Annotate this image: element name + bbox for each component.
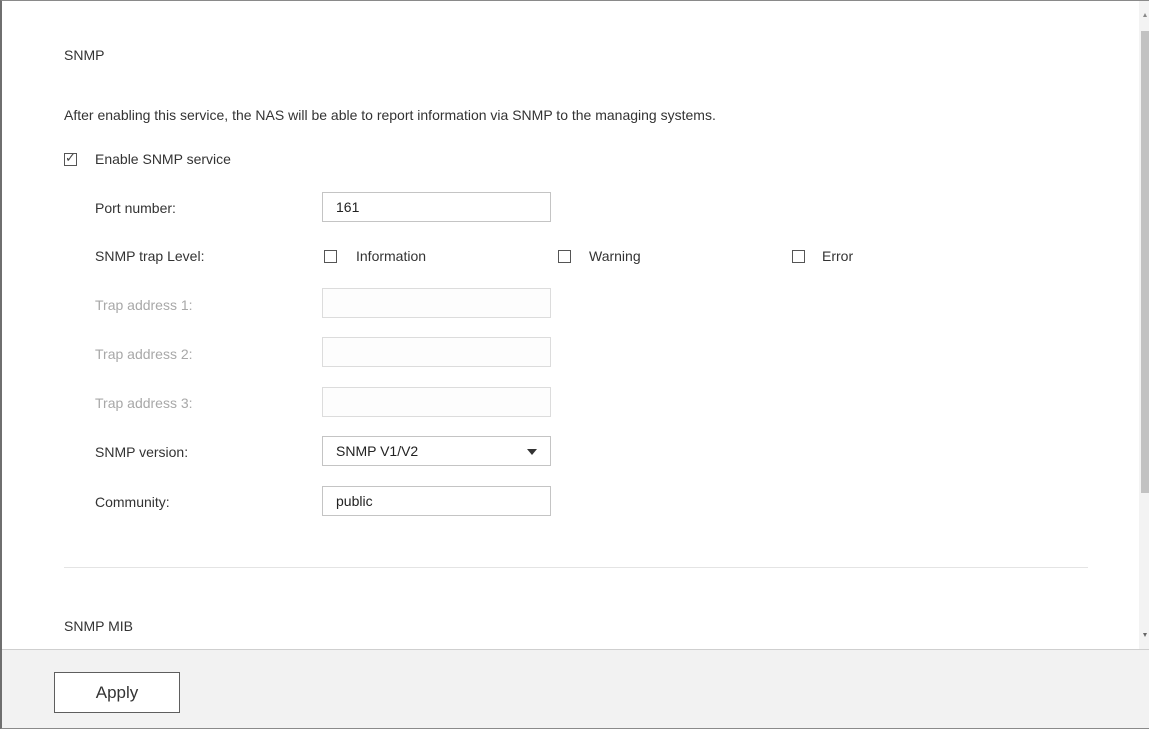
snmp-version-label: SNMP version:	[95, 444, 189, 460]
trap-address-1-input[interactable]	[322, 288, 551, 318]
snmp-description: After enabling this service, the NAS wil…	[64, 107, 716, 123]
footer-bar: Apply	[2, 649, 1149, 728]
chevron-down-icon	[527, 449, 537, 455]
trap-address-3-input[interactable]	[322, 387, 551, 417]
checkmark-icon: ✓	[65, 151, 76, 166]
trap-address-2-label: Trap address 2:	[95, 346, 193, 362]
snmp-section-title: SNMP	[64, 47, 105, 63]
trap-level-information-label: Information	[356, 248, 427, 264]
trap-level-warning-label: Warning	[589, 248, 641, 264]
trap-address-2-input[interactable]	[322, 337, 551, 367]
vertical-scrollbar[interactable]	[1139, 1, 1149, 649]
scroll-up-arrow-icon[interactable]	[1143, 13, 1147, 17]
trap-address-1-label: Trap address 1:	[95, 297, 193, 313]
settings-content: SNMP After enabling this service, the NA…	[2, 1, 1139, 651]
trap-level-information-checkbox[interactable]	[324, 250, 337, 263]
snmp-trap-level-label: SNMP trap Level:	[95, 248, 205, 264]
snmp-version-value: SNMP V1/V2	[336, 443, 419, 459]
community-label: Community:	[95, 494, 170, 510]
scroll-down-arrow-icon[interactable]	[1143, 633, 1147, 637]
trap-level-warning-checkbox[interactable]	[558, 250, 571, 263]
snmp-mib-section-title: SNMP MIB	[64, 618, 133, 634]
section-divider	[64, 567, 1088, 568]
snmp-version-select[interactable]: SNMP V1/V2	[322, 436, 551, 466]
trap-level-error-label: Error	[822, 248, 854, 264]
scrollbar-thumb[interactable]	[1141, 31, 1149, 493]
trap-address-3-label: Trap address 3:	[95, 395, 193, 411]
community-input[interactable]: public	[322, 486, 551, 516]
port-number-input[interactable]: 161	[322, 192, 551, 222]
apply-button[interactable]: Apply	[54, 672, 180, 713]
trap-level-error-checkbox[interactable]	[792, 250, 805, 263]
settings-window: SNMP After enabling this service, the NA…	[0, 0, 1149, 729]
port-number-label: Port number:	[95, 200, 176, 216]
enable-snmp-label: Enable SNMP service	[95, 151, 231, 167]
enable-snmp-checkbox[interactable]: ✓	[64, 151, 77, 166]
